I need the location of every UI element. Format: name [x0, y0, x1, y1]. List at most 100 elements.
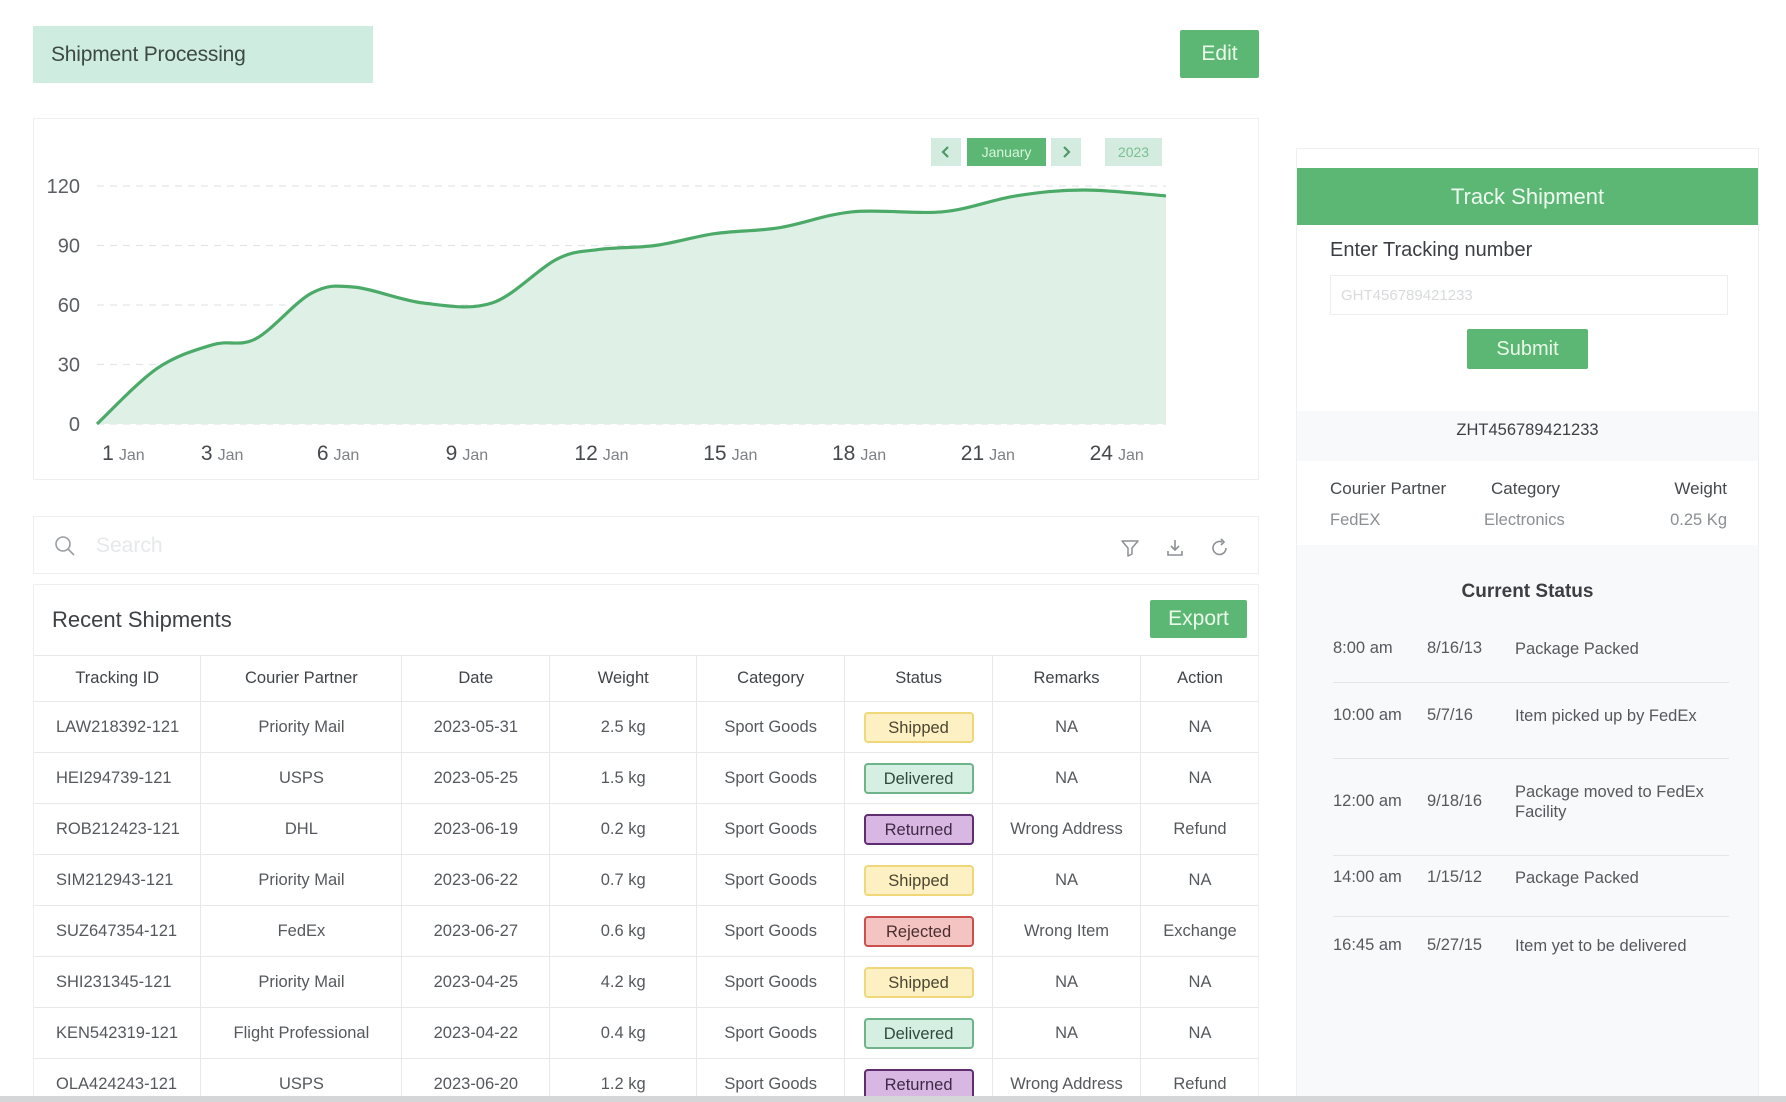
refresh-icon[interactable]	[1209, 537, 1231, 559]
action-cell: NA	[1139, 854, 1258, 906]
courier-cell: Priority Mail	[200, 956, 403, 1008]
filter-icon[interactable]	[1119, 537, 1141, 559]
prev-month-button[interactable]	[931, 138, 961, 166]
edit-button[interactable]: Edit	[1180, 30, 1259, 78]
column-header-category[interactable]: Category	[696, 655, 846, 702]
column-header-action[interactable]: Action	[1139, 655, 1258, 702]
remarks-cell: NA	[992, 1007, 1141, 1059]
x-tick-month: Jan	[603, 447, 629, 464]
x-tick-label: 6 Jan	[317, 442, 359, 465]
event-message: Package Packed	[1515, 640, 1639, 658]
y-tick-label: 0	[69, 414, 80, 436]
date-cell: 2023-06-22	[401, 854, 551, 906]
courier-cell: DHL	[200, 803, 403, 855]
courier-cell: FedEx	[200, 905, 403, 957]
remarks-cell: NA	[992, 854, 1141, 906]
event-date: 5/27/15	[1427, 936, 1483, 954]
page-title: Shipment Processing	[33, 26, 373, 83]
track-shipment-header: Track Shipment	[1297, 168, 1758, 225]
category-label: Category	[1491, 479, 1560, 498]
export-button[interactable]: Export	[1150, 600, 1247, 638]
search-icon	[55, 536, 75, 556]
status-cell: Delivered	[844, 1007, 994, 1059]
shipment-info: Courier Partner Category Weight FedEX El…	[1297, 461, 1758, 545]
tracking-id-cell: SUZ647354-121	[34, 905, 202, 957]
courier-cell: Priority Mail	[200, 701, 403, 753]
column-header-courier-partner[interactable]: Courier Partner	[200, 655, 403, 702]
table-row[interactable]: SUZ647354-121 FedEx 2023-06-27 0.6 kg Sport …	[34, 905, 1258, 957]
date-cell: 2023-06-19	[401, 803, 551, 855]
action-cell: NA	[1139, 956, 1258, 1008]
table-row[interactable]: KEN542319-121 Flight Professional 2023-04-…	[34, 1007, 1258, 1059]
month-selector[interactable]: January	[967, 138, 1046, 166]
shipments-area-chart: 03060901201 Jan 3 Jan 6 Jan 9 Jan 12 Jan 15 Jan 18 Ja…	[47, 176, 1167, 465]
column-header-remarks[interactable]: Remarks	[992, 655, 1141, 702]
date-cell: 2023-06-27	[401, 905, 551, 957]
weight-cell: 0.2 kg	[549, 803, 698, 855]
y-tick-label: 30	[58, 355, 80, 377]
action-cell: NA	[1139, 752, 1258, 804]
status-cell: Rejected	[844, 905, 994, 957]
x-tick-label: 3 Jan	[201, 442, 243, 465]
event-time: 8:00 am	[1333, 639, 1393, 657]
action-cell: Exchange	[1139, 905, 1258, 957]
x-tick-month: Jan	[462, 447, 488, 464]
action-cell: NA	[1139, 701, 1258, 753]
x-tick-day: 15	[703, 442, 726, 465]
x-tick-day: 12	[574, 442, 597, 465]
x-tick-label: 9 Jan	[446, 442, 488, 465]
tracking-number-input[interactable]	[1330, 275, 1728, 315]
recent-shipments-title: Recent Shipments	[52, 607, 232, 632]
shipments-chart-card: 0 30 60 90 120 1 Jan 3 Jan 6 Jan 9 Jan 12 Jan 15 Jan 18 Ja…	[33, 118, 1259, 480]
submit-button[interactable]: Submit	[1467, 329, 1588, 369]
status-cell: Shipped	[844, 956, 994, 1008]
column-header-weight[interactable]: Weight	[549, 655, 698, 702]
category-value: Electronics	[1484, 511, 1565, 529]
x-tick-day: 1	[102, 442, 114, 465]
x-tick-month: Jan	[989, 447, 1015, 464]
weight-label: Weight	[1674, 479, 1727, 498]
x-tick-day: 24	[1090, 442, 1114, 465]
column-header-status[interactable]: Status	[844, 655, 994, 702]
category-cell: Sport Goods	[696, 1007, 846, 1059]
horizontal-scrollbar[interactable]	[0, 1096, 1786, 1102]
x-tick-month: Jan	[1118, 447, 1144, 464]
table-row[interactable]: HEI294739-121 USPS 2023-05-25 1.5 kg Sport G…	[34, 752, 1258, 804]
status-badge: Returned	[863, 813, 974, 845]
y-tick-label: 60	[58, 295, 80, 317]
chevron-right-icon	[1063, 146, 1071, 158]
x-tick-day: 18	[832, 442, 855, 465]
search-input[interactable]	[96, 527, 796, 565]
track-shipment-panel: Track Shipment Enter Tracking number Sub…	[1296, 148, 1759, 1102]
tracking-number-label: Enter Tracking number	[1330, 239, 1533, 261]
x-tick-day: 6	[317, 442, 329, 465]
table-row[interactable]: LAW218392-121 Priority Mail 2023-05-31 2.5 …	[34, 701, 1258, 753]
tracking-id-cell: ROB212423-121	[34, 803, 202, 855]
weight-cell: 0.4 kg	[549, 1007, 698, 1059]
table-row[interactable]: SIM212943-121 Priority Mail 2023-06-22 0.7 …	[34, 854, 1258, 906]
status-badge: Delivered	[863, 762, 974, 794]
table-row[interactable]: ROB212423-121 DHL 2023-06-19 0.2 kg Sport Go…	[34, 803, 1258, 855]
tracking-id-cell: SIM212943-121	[34, 854, 202, 906]
weight-cell: 1.5 kg	[549, 752, 698, 804]
x-tick-label: 12 Jan	[574, 442, 628, 465]
page-title-text: Shipment Processing	[51, 42, 246, 66]
column-header-tracking-id[interactable]: Tracking ID	[34, 655, 202, 702]
tracking-id-cell: HEI294739-121	[34, 752, 202, 804]
x-tick-month: Jan	[218, 447, 244, 464]
column-header-date[interactable]: Date	[401, 655, 551, 702]
status-cell: Returned	[844, 803, 994, 855]
status-badge: Shipped	[863, 864, 974, 896]
chevron-left-icon	[941, 146, 949, 158]
download-icon[interactable]	[1164, 537, 1186, 559]
category-cell: Sport Goods	[696, 803, 846, 855]
year-selector[interactable]: 2023	[1105, 138, 1162, 166]
category-cell: Sport Goods	[696, 854, 846, 906]
recent-shipments-card: Recent Shipments Export Tracking ID Cour…	[33, 584, 1259, 1102]
courier-cell: Flight Professional	[200, 1007, 403, 1059]
next-month-button[interactable]	[1051, 138, 1081, 166]
x-tick-month: Jan	[860, 447, 886, 464]
table-row[interactable]: SHI231345-121 Priority Mail 2023-04-25 4.2 …	[34, 956, 1258, 1008]
courier-cell: Priority Mail	[200, 854, 403, 906]
event-time: 12:00 am	[1333, 792, 1402, 810]
